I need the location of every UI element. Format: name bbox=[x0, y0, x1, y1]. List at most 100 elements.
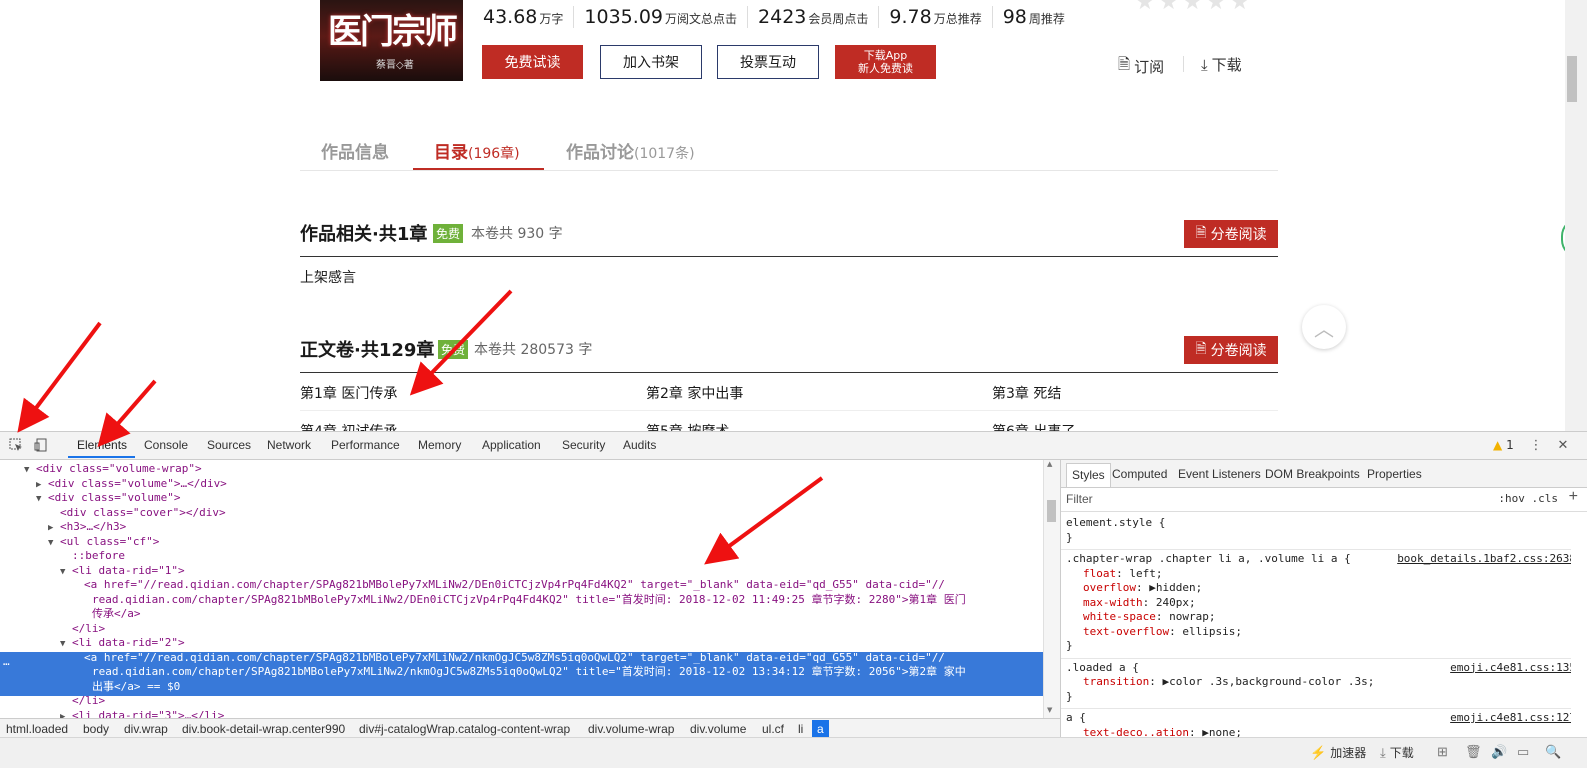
breadcrumb-item[interactable]: div.wrap bbox=[124, 722, 168, 736]
scroll-down-icon[interactable]: ▼ bbox=[1047, 706, 1052, 714]
node-actions-icon[interactable]: … bbox=[3, 655, 10, 670]
expand-right-icon[interactable]: ▶ bbox=[60, 710, 72, 719]
vote-button[interactable]: 投票互动 bbox=[717, 45, 819, 79]
css-selector[interactable]: element.style { bbox=[1066, 516, 1165, 531]
speaker-button[interactable]: 🔊 bbox=[1491, 744, 1507, 760]
trash-button[interactable]: 🗑 bbox=[1465, 744, 1482, 760]
dom-node-line[interactable]: ▶ <div class="volume">…</div> bbox=[36, 477, 227, 493]
inspect-element-icon[interactable] bbox=[8, 437, 24, 453]
css-selector[interactable]: .loaded a { bbox=[1066, 661, 1139, 676]
tab-audits[interactable]: Audits bbox=[623, 438, 656, 452]
dom-node-line[interactable]: <a href="//read.qidian.com/chapter/SPAg8… bbox=[72, 651, 945, 666]
grid-button[interactable]: ⊞ bbox=[1437, 744, 1448, 760]
elements-scrollbar[interactable]: ▲ ▼ bbox=[1043, 460, 1060, 718]
more-menu-icon[interactable]: ⋮ bbox=[1528, 437, 1544, 453]
tab-book-info[interactable]: 作品信息 bbox=[321, 138, 389, 163]
subscribe-link[interactable]: 🗎 订阅 bbox=[1118, 54, 1164, 79]
breadcrumb-item[interactable]: div.volume-wrap bbox=[588, 722, 674, 736]
chapter-link[interactable]: 第2章 家中出事 bbox=[646, 383, 743, 403]
dom-node-line[interactable]: ▼ <div class="volume"> bbox=[36, 491, 180, 507]
chapter-link[interactable]: 第1章 医门传承 bbox=[300, 383, 397, 403]
chapter-link[interactable]: 上架感言 bbox=[300, 267, 356, 287]
dom-node-line[interactable]: </li> bbox=[60, 622, 105, 637]
expand-right-icon[interactable]: ▶ bbox=[36, 478, 48, 493]
dom-node-line[interactable]: read.qidian.com/chapter/SPAg821bMBolePy7… bbox=[80, 593, 966, 608]
breadcrumb-item[interactable]: li bbox=[798, 722, 803, 736]
dom-node-line[interactable]: ▼ <li data-rid="2"> bbox=[60, 636, 185, 652]
css-property[interactable]: max-width: 240px; bbox=[1083, 596, 1196, 611]
book-cover[interactable]: 医门宗师 蔡晋◇著 bbox=[320, 0, 463, 81]
tab-memory[interactable]: Memory bbox=[418, 438, 461, 452]
scrollbar-thumb[interactable] bbox=[1567, 56, 1577, 102]
css-property[interactable]: white-space: nowrap; bbox=[1083, 610, 1215, 625]
tab-sources[interactable]: Sources bbox=[207, 438, 251, 452]
page-scrollbar[interactable] bbox=[1565, 0, 1587, 437]
tab-event-listeners[interactable]: Event Listeners bbox=[1178, 467, 1261, 481]
scroll-up-icon[interactable]: ▲ bbox=[1047, 460, 1052, 468]
tab-catalog[interactable]: 目录(196章) bbox=[434, 138, 520, 163]
tab-performance[interactable]: Performance bbox=[331, 438, 400, 452]
filter-input[interactable]: Filter bbox=[1066, 492, 1093, 506]
tab-computed[interactable]: Computed bbox=[1112, 467, 1167, 481]
css-property[interactable]: float: left; bbox=[1083, 567, 1163, 582]
dom-node-line[interactable]: ::before bbox=[60, 549, 125, 564]
tab-dom-breakpoints[interactable]: DOM Breakpoints bbox=[1265, 467, 1360, 481]
dom-node-line[interactable]: ▼ <ul class="cf"> bbox=[48, 535, 159, 551]
css-source-link[interactable]: emoji.c4e81.css:127 bbox=[1450, 711, 1576, 726]
expand-down-icon[interactable]: ▼ bbox=[48, 536, 60, 551]
dom-node-line[interactable]: ▶ <h3>…</h3> bbox=[48, 520, 126, 536]
volume-read-button[interactable]: 🗎 分卷阅读 bbox=[1184, 220, 1278, 248]
breadcrumb-item[interactable]: html.loaded bbox=[6, 722, 68, 736]
add-rule-icon[interactable]: + bbox=[1569, 488, 1578, 506]
device-toolbar-icon[interactable] bbox=[33, 437, 49, 453]
breadcrumb-item-active[interactable]: a bbox=[812, 720, 829, 738]
dom-node-line[interactable]: <a href="//read.qidian.com/chapter/SPAg8… bbox=[72, 578, 945, 593]
css-selector[interactable]: a { bbox=[1066, 711, 1086, 726]
dom-node-line[interactable]: 出事</a> == $0 bbox=[80, 680, 180, 695]
zoom-button[interactable]: 🔍 bbox=[1545, 744, 1561, 760]
dom-node-line[interactable]: ▼ <div class="volume-wrap"> bbox=[24, 462, 202, 478]
download-button[interactable]: ⤓ 下载 bbox=[1380, 744, 1414, 761]
download-link[interactable]: ⤓ 下载 bbox=[1201, 54, 1242, 75]
css-source-link[interactable]: emoji.c4e81.css:135 bbox=[1450, 661, 1576, 676]
breadcrumb-item[interactable]: div.book-detail-wrap.center990 bbox=[182, 722, 345, 736]
breadcrumb-item[interactable]: ul.cf bbox=[762, 722, 784, 736]
dom-node-line[interactable]: </li> bbox=[60, 694, 105, 709]
dom-node-line[interactable]: 传承</a> bbox=[80, 607, 141, 622]
tab-console[interactable]: Console bbox=[144, 438, 188, 452]
accelerator-button[interactable]: ⚡ 加速器 bbox=[1310, 744, 1366, 761]
breadcrumb-item[interactable]: div#j-catalogWrap.catalog-content-wrap bbox=[359, 722, 570, 736]
dom-node-line[interactable]: <div class="cover"></div> bbox=[48, 506, 226, 521]
scrollbar-thumb[interactable] bbox=[1047, 500, 1056, 522]
volume-read-button[interactable]: 🗎 分卷阅读 bbox=[1184, 336, 1278, 364]
styles-scrollbar[interactable] bbox=[1571, 512, 1587, 738]
expand-down-icon[interactable]: ▼ bbox=[24, 463, 36, 478]
breadcrumb-item[interactable]: body bbox=[83, 722, 109, 736]
elements-tree[interactable]: … ▼ <div class="volume-wrap"> ▶ <div class=… bbox=[0, 460, 1043, 718]
styles-filter[interactable]: Filter :hov .cls + bbox=[1061, 487, 1587, 512]
breadcrumb-item[interactable]: div.volume bbox=[690, 722, 746, 736]
warnings-counter[interactable]: ▲ 1 bbox=[1493, 438, 1514, 452]
dom-node-line[interactable]: ▼ <li data-rid="1"> bbox=[60, 564, 185, 580]
tab-styles[interactable]: Styles bbox=[1066, 463, 1111, 487]
tab-security[interactable]: Security bbox=[562, 438, 605, 452]
expand-down-icon[interactable]: ▼ bbox=[60, 565, 72, 580]
tab-discussion[interactable]: 作品讨论(1017条) bbox=[566, 138, 695, 163]
css-property[interactable]: transition: ▶color .3s,background-color … bbox=[1083, 675, 1374, 690]
css-property[interactable]: text-overflow: ellipsis; bbox=[1083, 625, 1242, 640]
expand-down-icon[interactable]: ▼ bbox=[36, 492, 48, 507]
css-source-link[interactable]: book_details.1baf2.css:2638 bbox=[1397, 552, 1576, 567]
back-to-top-button[interactable]: ︿ bbox=[1302, 305, 1346, 349]
tab-application[interactable]: Application bbox=[482, 438, 541, 452]
tab-network[interactable]: Network bbox=[267, 438, 311, 452]
expand-down-icon[interactable]: ▼ bbox=[60, 637, 72, 652]
free-read-button[interactable]: 免费试读 bbox=[482, 45, 583, 79]
tab-properties[interactable]: Properties bbox=[1367, 467, 1422, 481]
dom-node-line[interactable]: ▶ <li data-rid="3">…</li> bbox=[60, 709, 224, 719]
tab-elements[interactable]: Elements bbox=[77, 438, 127, 452]
expand-right-icon[interactable]: ▶ bbox=[48, 521, 60, 536]
chapter-link[interactable]: 第3章 死结 bbox=[992, 383, 1061, 403]
download-app-button[interactable]: 下载App 新人免费读 bbox=[835, 45, 936, 79]
close-icon[interactable]: ✕ bbox=[1555, 437, 1571, 453]
css-selector[interactable]: .chapter-wrap .chapter li a, .volume li … bbox=[1066, 552, 1351, 567]
